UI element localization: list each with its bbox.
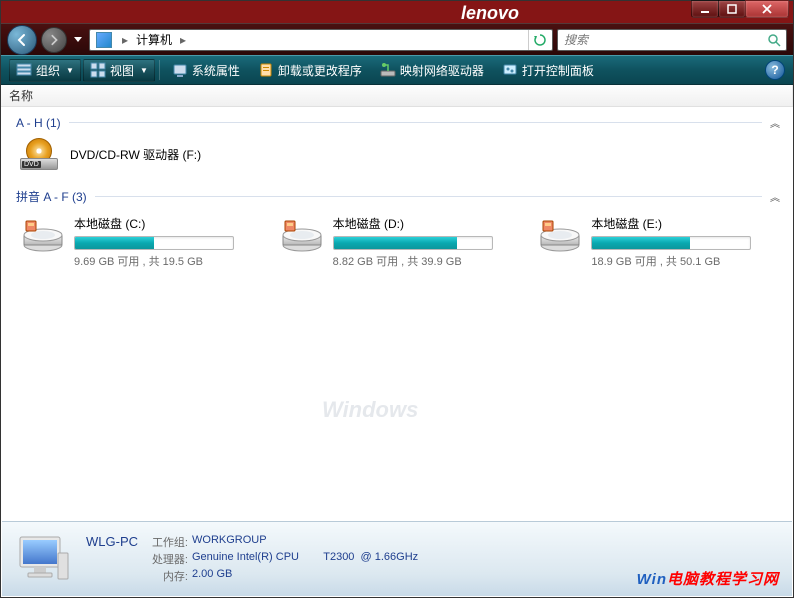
views-label: 视图 [110,62,134,79]
help-button[interactable]: ? [765,60,785,80]
uninstall-label: 卸载或更改程序 [278,62,362,79]
chevron-down-icon: ▼ [140,66,148,75]
computer-icon [96,32,112,48]
drives-row: 本地磁盘 (C:) 9.69 GB 可用 , 共 19.5 GB 本地磁盘 (D… [2,207,792,277]
search-input[interactable] [558,33,762,47]
system-properties-button[interactable]: 系统属性 [164,59,248,82]
navigation-bar: ▸ 计算机 ▸ [1,23,793,55]
properties-label: 系统属性 [192,62,240,79]
history-dropdown[interactable] [71,30,85,50]
breadcrumb-sep: ▸ [116,33,134,47]
usage-bar [591,236,751,250]
drive-stats: 8.82 GB 可用 , 共 39.9 GB [333,253,514,269]
map-drive-button[interactable]: 映射网络驱动器 [372,59,492,82]
back-button[interactable] [7,25,37,55]
collapse-icon[interactable]: ︽ [770,115,780,130]
group-header[interactable]: A - H (1) ︽ [2,111,792,132]
group-optical: A - H (1) ︽ DVD DVD/CD-RW 驱动器 (F:) [2,111,792,176]
drive-item[interactable]: 本地磁盘 (E:) 18.9 GB 可用 , 共 50.1 GB [535,211,776,273]
breadcrumb-sep: ▸ [174,33,192,47]
address-bar[interactable]: ▸ 计算机 ▸ [89,29,553,51]
pc-name: WLG-PC [86,534,142,550]
window-controls [692,0,789,18]
usage-bar [333,236,493,250]
command-bar: 组织 ▼ 视图 ▼ 系统属性 卸载或更改程序 映射网络驱动器 打开控制面板 ? [1,55,793,85]
group-label: A - H (1) [16,116,61,130]
mapdrive-label: 映射网络驱动器 [400,62,484,79]
drive-name: DVD/CD-RW 驱动器 (F:) [70,146,201,163]
memory-key: 内存: [142,568,192,584]
close-button[interactable] [745,0,789,18]
minimize-button[interactable] [691,0,719,18]
group-harddrives: 拼音 A - F (3) ︽ 本地磁盘 (C:) 9.69 GB 可用 , 共 … [2,184,792,277]
search-button[interactable] [762,30,786,50]
drive-item[interactable]: 本地磁盘 (D:) 8.82 GB 可用 , 共 39.9 GB [277,211,518,273]
hard-drive-icon [539,217,581,253]
explorer-window: ▸ 计算机 ▸ 组织 ▼ 视图 ▼ 系统属性 [0,0,794,598]
workgroup-key: 工作组: [142,534,192,550]
watermark-center: Windows [322,397,418,423]
controlpanel-label: 打开控制面板 [522,62,594,79]
drive-item-optical[interactable]: DVD DVD/CD-RW 驱动器 (F:) [2,132,792,176]
column-name[interactable]: 名称 [1,85,793,106]
group-header[interactable]: 拼音 A - F (3) ︽ [2,184,792,207]
refresh-button[interactable] [528,30,550,50]
maximize-button[interactable] [718,0,746,18]
search-box[interactable] [557,29,787,51]
drive-name: 本地磁盘 (E:) [591,215,772,232]
details-info: WLG-PC 工作组: WORKGROUP 处理器: Genuine Intel… [86,534,418,585]
column-header: 名称 [1,85,793,107]
hard-drive-icon [22,217,64,253]
divider [95,196,762,197]
control-panel-button[interactable]: 打开控制面板 [494,59,602,82]
drive-stats: 9.69 GB 可用 , 共 19.5 GB [74,253,255,269]
dvd-drive-icon: DVD [18,138,60,170]
hard-drive-icon [281,217,323,253]
content-area: A - H (1) ︽ DVD DVD/CD-RW 驱动器 (F:) 拼音 A … [2,107,792,521]
organize-label: 组织 [36,62,60,79]
group-label: 拼音 A - F (3) [16,188,87,205]
drive-name: 本地磁盘 (C:) [74,215,255,232]
cpu-value: Genuine Intel(R) CPU T2300 @ 1.66GHz [192,551,418,567]
titlebar [1,1,793,23]
organize-button[interactable]: 组织 ▼ [9,59,81,82]
divider [159,60,160,80]
drive-name: 本地磁盘 (D:) [333,215,514,232]
views-button[interactable]: 视图 ▼ [83,59,155,82]
collapse-icon[interactable]: ︽ [770,189,780,204]
breadcrumb-computer[interactable]: 计算机 [134,31,174,48]
drive-item[interactable]: 本地磁盘 (C:) 9.69 GB 可用 , 共 19.5 GB [18,211,259,273]
divider [69,122,762,123]
drive-stats: 18.9 GB 可用 , 共 50.1 GB [591,253,772,269]
details-pane: WLG-PC 工作组: WORKGROUP 处理器: Genuine Intel… [2,521,792,596]
memory-value: 2.00 GB [192,568,232,584]
workgroup-value: WORKGROUP [192,534,267,550]
computer-icon [14,533,72,585]
forward-button[interactable] [41,27,67,53]
uninstall-button[interactable]: 卸载或更改程序 [250,59,370,82]
usage-bar [74,236,234,250]
chevron-down-icon: ▼ [66,66,74,75]
cpu-key: 处理器: [142,551,192,567]
